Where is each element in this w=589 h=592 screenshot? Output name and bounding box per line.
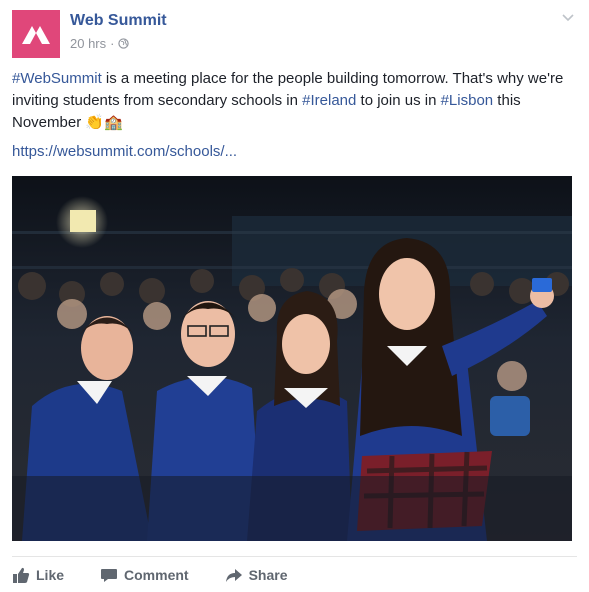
students-photo-illustration xyxy=(12,176,572,541)
hashtag-lisbon[interactable]: #Lisbon xyxy=(441,92,494,109)
like-label: Like xyxy=(36,567,65,583)
post-meta: 20 hrs · xyxy=(70,36,130,51)
post-header: Web Summit 20 hrs · xyxy=(12,8,577,58)
hashtag-ireland[interactable]: #Ireland xyxy=(302,92,356,109)
post-text: #WebSummit is a meeting place for the pe… xyxy=(12,68,577,134)
web-summit-logo xyxy=(22,26,50,44)
meta-separator: · xyxy=(110,36,115,51)
page-avatar[interactable] xyxy=(12,10,60,58)
comment-icon xyxy=(101,569,118,582)
comment-button[interactable]: Comment xyxy=(100,566,189,584)
thumbs-up-icon xyxy=(13,567,30,583)
post-photo[interactable] xyxy=(12,176,572,541)
post-text-part: to join us in xyxy=(356,92,441,109)
chevron-down-icon[interactable] xyxy=(561,10,575,24)
post-actions: Like Comment Share xyxy=(12,563,324,587)
globe-icon xyxy=(118,38,130,49)
hashtag-websummit[interactable]: #WebSummit xyxy=(12,70,102,87)
share-arrow-icon xyxy=(225,569,242,582)
share-label: Share xyxy=(248,567,288,583)
comment-label: Comment xyxy=(124,567,189,583)
like-button[interactable]: Like xyxy=(12,566,64,584)
emoji: 👏🏫 xyxy=(85,114,123,131)
post-time[interactable]: 20 hrs xyxy=(70,36,106,51)
share-button[interactable]: Share xyxy=(225,566,288,584)
post-link[interactable]: https://websummit.com/schools/... xyxy=(12,143,237,160)
page-name-link[interactable]: Web Summit xyxy=(70,12,167,30)
actions-divider xyxy=(12,556,577,557)
